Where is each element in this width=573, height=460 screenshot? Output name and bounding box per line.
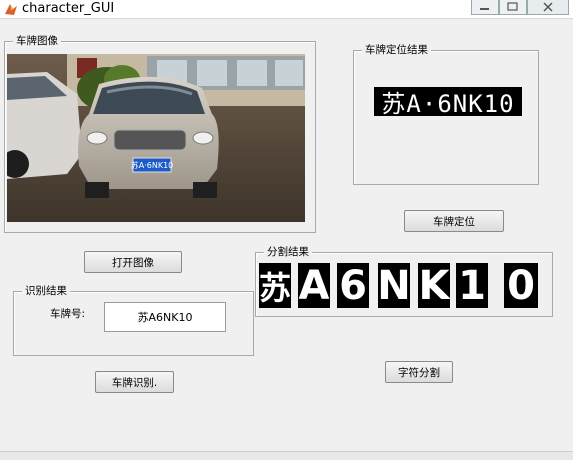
car-photo: 苏A·6NK10 [7,54,305,222]
status-strip [0,451,573,460]
segment-char-5: K [418,262,450,309]
minimize-icon [480,8,489,10]
close-button[interactable] [527,0,569,15]
segment-char-1: 苏 [259,263,291,308]
window-controls [471,0,569,16]
segment-char-4: N [377,262,411,309]
plate-number-label: 车牌号: [50,308,86,320]
locate-plate-button[interactable]: 车牌定位 [404,210,504,232]
locate-panel-title: 车牌定位结果 [362,43,431,57]
segment-char-6: 1 [456,263,488,309]
photo-plate-text: 苏A·6NK10 [131,160,174,170]
title-bar: character_GUI [0,0,573,19]
window-title: character_GUI [22,1,115,16]
maximize-icon [507,2,518,11]
segment-char-7: 0 [504,263,538,309]
open-image-button[interactable]: 打开图像 [84,251,182,273]
segment-char-3: 6 [337,263,369,309]
located-plate-text: 苏A·6NK10 [381,90,515,118]
maximize-button[interactable] [499,0,527,15]
segment-chars-button[interactable]: 字符分割 [385,361,453,383]
minimize-button[interactable] [471,0,499,15]
close-icon [543,2,553,12]
located-plate-image: 苏A·6NK10 [374,87,522,118]
segment-panel-title: 分割结果 [264,245,312,259]
segment-char-2: A [298,262,330,309]
recognize-plate-button[interactable]: 车牌识别. [95,371,174,393]
plate-number-field[interactable]: 苏A6NK10 [104,302,226,332]
recognize-panel-title: 识别结果 [22,284,70,298]
image-panel-title: 车牌图像 [13,34,61,48]
matlab-icon [5,4,17,15]
